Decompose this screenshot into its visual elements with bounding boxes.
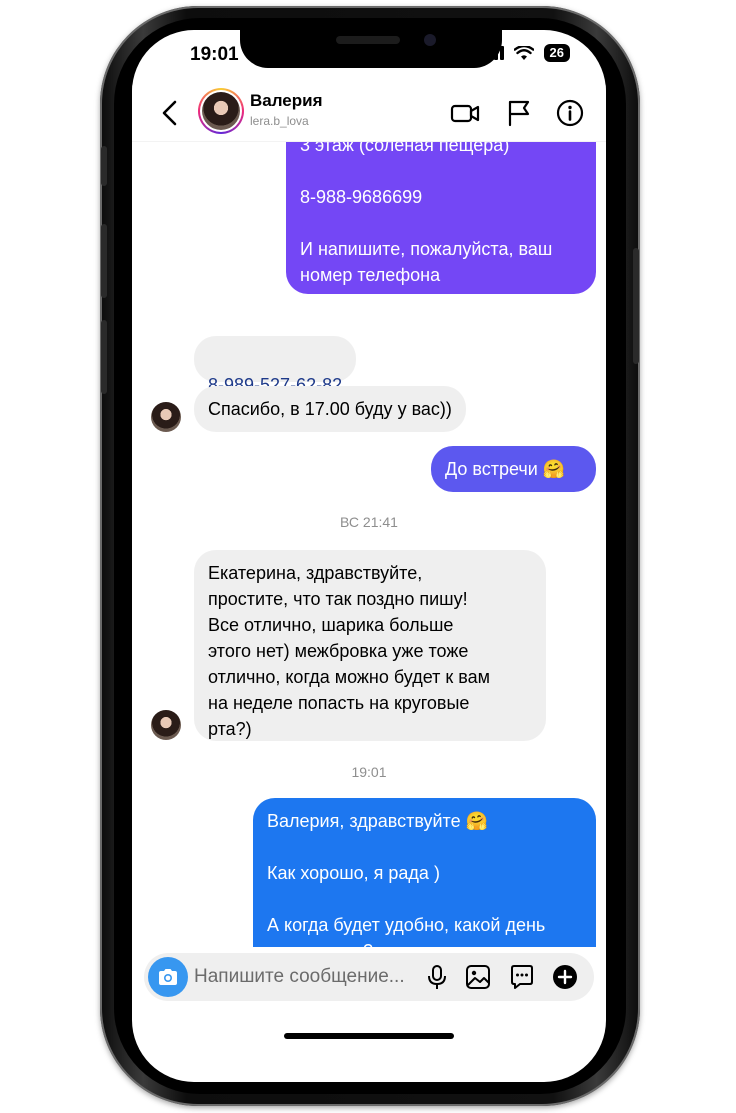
plus-icon[interactable] xyxy=(551,963,579,991)
message-incoming[interactable]: Спасибо, в 17.00 буду у вас)) xyxy=(194,386,466,432)
contact-avatar[interactable] xyxy=(198,88,244,134)
message-composer xyxy=(144,953,594,1001)
status-time: 19:01 xyxy=(190,44,239,65)
flag-icon[interactable] xyxy=(504,98,534,128)
message-incoming-phone[interactable]: 8-989-527-62-82 xyxy=(194,336,357,395)
timestamp: ВС 21:41 xyxy=(340,514,398,530)
sender-avatar xyxy=(151,710,181,740)
sticker-icon[interactable] xyxy=(508,963,536,991)
wifi-icon xyxy=(513,45,534,60)
home-indicator[interactable] xyxy=(284,1033,454,1039)
power-button xyxy=(633,248,639,364)
front-camera xyxy=(424,34,436,46)
timestamp: 19:01 xyxy=(351,764,387,780)
gallery-icon[interactable] xyxy=(464,963,492,991)
volume-up-button xyxy=(101,224,107,298)
battery-indicator: 26 xyxy=(543,44,570,62)
back-icon[interactable] xyxy=(160,100,180,126)
microphone-icon[interactable] xyxy=(423,963,451,991)
speaker xyxy=(336,36,400,44)
message-incoming[interactable]: Екатерина, здравствуйте, простите, что т… xyxy=(194,550,546,741)
volume-down-button xyxy=(101,320,107,394)
contact-handle: lera.b_lova xyxy=(250,114,309,128)
message-outgoing[interactable]: До встречи 🤗 xyxy=(431,446,596,492)
message-outgoing[interactable]: 3 этаж (соленая пещера) 8-988-9686699 И … xyxy=(286,142,596,294)
contact-name[interactable]: Валерия xyxy=(250,91,323,111)
notch xyxy=(240,30,502,68)
message-input[interactable] xyxy=(194,965,419,989)
camera-button[interactable] xyxy=(148,957,188,997)
video-call-icon[interactable] xyxy=(450,98,480,128)
message-outgoing[interactable]: Валерия, здравствуйте 🤗 Как хорошо, я ра… xyxy=(253,798,596,947)
mute-switch xyxy=(101,146,107,186)
chat-header: Валерия lera.b_lova xyxy=(132,84,606,142)
sender-avatar xyxy=(151,402,181,432)
message-thread: 3 этаж (соленая пещера) 8-988-9686699 И … xyxy=(132,142,606,947)
camera-icon xyxy=(159,969,177,985)
info-icon[interactable] xyxy=(555,98,585,128)
phone-screen: 19:01 26 Валерия lera.b_lova 3 этаж (сол… xyxy=(132,30,606,1082)
avatar-image xyxy=(202,92,240,130)
